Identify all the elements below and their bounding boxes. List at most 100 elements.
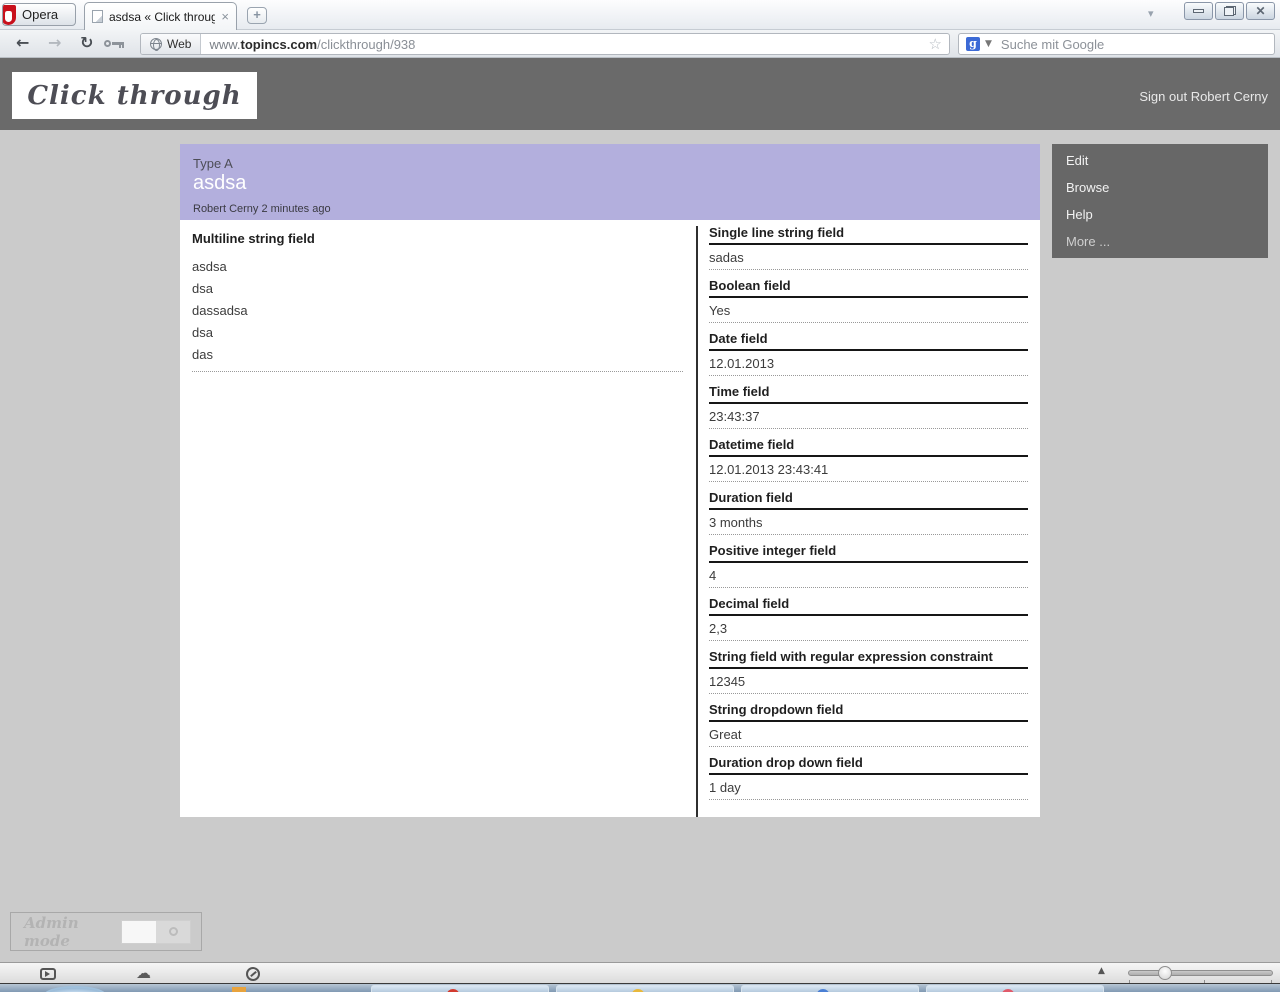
field-block: Date field 12.01.2013 [709,332,1028,376]
field-label: String field with regular expression con… [709,650,1028,669]
google-engine-icon[interactable]: g [966,37,980,51]
zoom-slider-track[interactable] [1128,970,1273,976]
field-label: Duration field [709,491,1028,510]
address-bar[interactable]: Web www.topincs.com/clickthrough/938 ☆ [140,33,950,55]
menu-item-edit[interactable]: Edit [1052,147,1268,174]
field-label: Positive integer field [709,544,1028,563]
tab-close-icon[interactable]: × [221,10,229,23]
admin-mode-box: Admin mode [10,912,202,951]
admin-mode-label: Admin mode [24,913,79,950]
url-text: www.topincs.com/clickthrough/938 [209,36,416,52]
topic-type: Type A [193,156,233,171]
field-label: Multiline string field [192,231,315,246]
topic-byline: Robert Cerny 2 minutes ago [193,203,331,215]
field-label: String dropdown field [709,703,1028,722]
search-engine-chevron-icon[interactable]: ▼ [985,39,992,49]
menu-item-browse[interactable]: Browse [1052,174,1268,201]
field-block: String dropdown field Great [709,703,1028,747]
field-block: Positive integer field 4 [709,544,1028,588]
restore-icon [1223,6,1236,16]
tab-overflow-chevron-icon[interactable]: ▾ [1148,7,1154,20]
field-value-line: asdsa [192,259,227,274]
field-value: sadas [709,245,1028,270]
site-badge[interactable]: Web [141,34,202,54]
field-label: Time field [709,385,1028,404]
field-label: Duration drop down field [709,756,1028,775]
taskbar-button[interactable] [371,985,549,992]
field-block: Decimal field 2,3 [709,597,1028,641]
tab-bar: Opera asdsa « Click through «... × + ▾ ✕ [0,0,1280,30]
right-column: Single line string field sadas Boolean f… [709,226,1028,809]
action-menu: Edit Browse Help More ... [1052,144,1268,258]
field-value: 1 day [709,775,1028,800]
field-label: Boolean field [709,279,1028,298]
back-button[interactable]: ← [16,33,29,52]
opera-menu-button[interactable]: Opera [2,3,76,26]
password-key-icon[interactable] [104,40,126,48]
bookmark-star-icon[interactable]: ☆ [929,35,942,53]
page-favicon-icon [92,10,103,23]
minimize-button[interactable] [1184,2,1213,20]
start-orb-icon[interactable] [44,986,106,992]
status-bar: ☁ [0,962,1280,983]
minimize-icon [1193,9,1204,13]
zoom-slider-handle[interactable] [1158,966,1172,980]
site-badge-label: Web [167,37,192,51]
forward-button[interactable]: → [48,33,61,52]
field-value-line: dsa [192,281,213,296]
panels-toggle-icon[interactable] [40,968,56,980]
opera-unite-cloud-icon[interactable]: ☁ [136,964,151,982]
search-field[interactable]: g ▼ Suche mit Google [958,33,1275,55]
field-value-line: dassadsa [192,303,248,318]
site-logo[interactable]: Click through [12,72,257,119]
sign-out-link[interactable]: Sign out Robert Cerny [1139,89,1268,104]
field-block: Time field 23:43:37 [709,385,1028,429]
field-block: Duration field 3 months [709,491,1028,535]
globe-icon [150,38,162,51]
tray-icon [232,987,246,992]
column-divider [696,226,698,817]
topic-title: asdsa [193,172,247,194]
tab-active[interactable]: asdsa « Click through «... × [84,2,237,30]
site-header: Click through Sign out Robert Cerny [0,58,1280,130]
menu-item-help[interactable]: Help [1052,201,1268,228]
menu-item-more[interactable]: More ... [1052,228,1268,255]
navigation-toolbar: ← → ↻ Web www.topincs.com/clickthrough/9… [0,30,1280,58]
close-button[interactable]: ✕ [1246,2,1275,20]
field-block: String field with regular expression con… [709,650,1028,694]
topic-card: Type A asdsa Robert Cerny 2 minutes ago … [180,144,1040,817]
opera-menu-label: Opera [22,7,59,22]
new-tab-button[interactable]: + [247,7,267,24]
toggle-knob-icon [168,927,178,936]
topic-body: Multiline string field asdsa dsa dassads… [180,220,1040,817]
field-value: 23:43:37 [709,404,1028,429]
field-value: 4 [709,563,1028,588]
taskbar-button[interactable] [741,985,919,992]
field-label: Single line string field [709,226,1028,245]
field-label: Decimal field [709,597,1028,616]
field-value: 12.01.2013 23:43:41 [709,457,1028,482]
field-value: Yes [709,298,1028,323]
taskbar-button[interactable] [556,985,734,992]
field-value: 2,3 [709,616,1028,641]
admin-mode-toggle[interactable] [121,919,191,944]
restore-button[interactable] [1215,2,1244,20]
opera-turbo-icon[interactable] [246,967,260,981]
reload-button[interactable]: ↻ [80,33,93,52]
field-label: Date field [709,332,1028,351]
windows-taskbar [0,983,1280,992]
topic-header: Type A asdsa Robert Cerny 2 minutes ago [180,144,1040,220]
fit-to-width-icon[interactable]: ▲ [1098,966,1105,976]
field-block: Boolean field Yes [709,279,1028,323]
opera-logo-icon [3,4,16,25]
field-block: Single line string field sadas [709,226,1028,270]
field-block: Datetime field 12.01.2013 23:43:41 [709,438,1028,482]
dotted-separator [192,371,683,372]
field-value: 12.01.2013 [709,351,1028,376]
search-placeholder: Suche mit Google [1000,36,1105,52]
left-column: Multiline string field asdsa dsa dassads… [192,231,683,372]
taskbar-button[interactable] [926,985,1104,992]
window-controls: ✕ [1184,2,1275,20]
field-value: 3 months [709,510,1028,535]
field-value-line: dsa [192,325,213,340]
